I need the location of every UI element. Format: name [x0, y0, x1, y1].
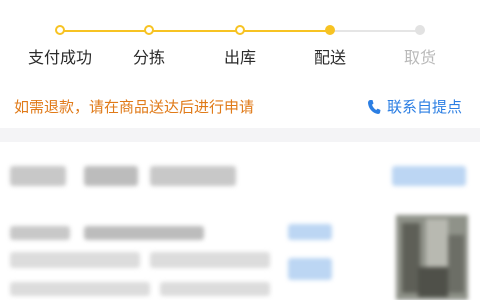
step-dot-pickup — [415, 25, 425, 35]
step-label-pickup: 取货 — [403, 48, 436, 67]
redacted-text — [10, 166, 66, 186]
progress-track-2 — [149, 30, 240, 32]
redacted-badge — [288, 258, 332, 280]
step-dot-paid — [55, 25, 65, 35]
redacted-text — [160, 282, 270, 296]
step-dot-sorting — [144, 25, 154, 35]
step-label-paid: 支付成功 — [27, 48, 92, 67]
refund-notice: 如需退款，请在商品送达后进行申请 — [14, 98, 255, 116]
product-thumbnail — [396, 215, 468, 300]
redacted-text — [10, 282, 150, 296]
redacted-text — [84, 226, 204, 240]
progress-track-1 — [60, 30, 149, 32]
contact-pickup-point-label: 联系自提点 — [386, 98, 462, 116]
redacted-text — [10, 252, 140, 268]
order-progress: 支付成功 分拣 出库 配送 取货 — [0, 0, 480, 78]
phone-icon — [367, 99, 381, 115]
redacted-text — [84, 166, 138, 186]
progress-track-3 — [240, 30, 330, 32]
step-dot-outbound — [235, 25, 245, 35]
progress-track-4 — [330, 30, 420, 32]
redacted-badge — [392, 166, 466, 186]
step-label-sorting: 分拣 — [132, 48, 165, 67]
step-dot-delivery — [325, 25, 335, 35]
redacted-text — [150, 252, 270, 268]
order-status-card: 支付成功 分拣 出库 配送 取货 如需退款，请在商品送达后进行申请 联系自提点 — [0, 0, 480, 128]
redacted-text — [150, 166, 236, 186]
step-label-delivery: 配送 — [313, 48, 346, 67]
redacted-badge — [288, 224, 332, 240]
redacted-text — [10, 226, 70, 240]
step-label-outbound: 出库 — [223, 48, 256, 67]
contact-pickup-point-link[interactable]: 联系自提点 — [367, 96, 462, 117]
